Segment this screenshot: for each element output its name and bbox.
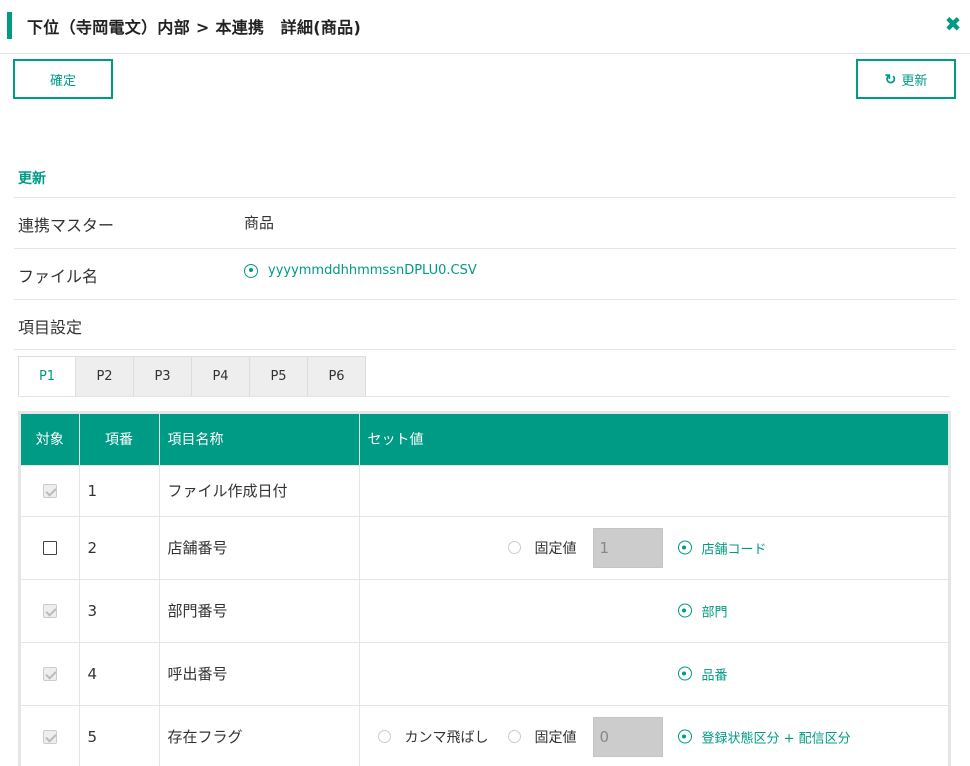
info-row-master: 連携マスター 商品 [14,197,956,248]
section-title: 更新 [18,171,46,187]
comma-skip-radio[interactable] [377,730,391,743]
file-name-value: yyyymmddhhmmssnDPLU0.CSV [268,263,477,278]
tab-p6[interactable]: P6 [308,356,366,397]
set-cell [359,464,949,516]
mapping-link[interactable]: 店舗コード [677,538,767,557]
header-num: 項番 [79,414,160,465]
target-cell [21,515,80,579]
name-cell: 存在フラグ [159,704,360,766]
num-cell: 3 [79,578,160,642]
target-checkbox [42,604,57,618]
table-row: 1 ファイル作成日付 [21,464,949,516]
num-cell: 2 [79,515,160,579]
fixed-value-input[interactable]: 1 [592,527,663,568]
num-cell: 5 [79,704,160,766]
tabs-divider [18,396,950,397]
target-cell [21,641,80,705]
table-row: 2 店舗番号 固定値 1 店舗コード [21,515,949,579]
item-settings-table: 対象 項番 項目名称 セット値 1 ファイル作成日付 2 店舗番号 固定値 1 … [18,411,951,766]
target-checkbox [42,667,57,681]
info-row-file: ファイル名 yyyymmddhhmmssnDPLU0.CSV [14,248,956,299]
confirm-button[interactable]: 確定 [13,59,113,99]
mapping-label: 店舗コード [701,542,767,557]
comma-skip-label: カンマ飛ばし [404,729,489,746]
name-cell: 店舗番号 [159,515,360,579]
mapping-label: 登録状態区分 + 配信区分 [701,731,851,746]
header-name: 項目名称 [159,414,360,465]
items-label: 項目設定 [18,318,83,337]
table-row: 5 存在フラグ カンマ飛ばし 固定値 0 登録状態区分 + 配信区分 [21,704,949,766]
set-cell: 部門 [359,578,949,642]
name-cell: ファイル作成日付 [159,464,360,516]
target-cell [21,578,80,642]
mapping-link[interactable]: 部門 [677,601,728,620]
file-label: ファイル名 [18,267,99,286]
target-checkbox [42,730,57,744]
fixed-value-radio[interactable] [507,730,521,743]
mapping-label: 部門 [701,605,728,620]
tab-p1[interactable]: P1 [18,356,76,397]
name-cell: 呼出番号 [159,641,360,705]
fixed-value-label: 固定値 [534,540,577,557]
tab-p4[interactable]: P4 [192,356,250,397]
table-row: 3 部門番号 部門 [21,578,949,642]
target-cell [21,704,80,766]
target-icon [677,666,692,681]
target-icon [677,603,692,618]
refresh-icon: ↻ [884,71,897,87]
table-header-row: 対象 項番 項目名称 セット値 [21,414,949,465]
refresh-button-label: 更新 [901,72,928,88]
name-cell: 部門番号 [159,578,360,642]
target-cell [21,464,80,516]
header-accent-bar [7,12,12,39]
target-icon [677,729,692,744]
close-icon[interactable]: ✖ [943,13,963,35]
tab-p5[interactable]: P5 [250,356,308,397]
set-cell: 固定値 1 店舗コード [359,515,949,579]
set-cell: カンマ飛ばし 固定値 0 登録状態区分 + 配信区分 [359,704,949,766]
table-row: 4 呼出番号 品番 [21,641,949,705]
tab-p2[interactable]: P2 [76,356,134,397]
mapping-link[interactable]: 品番 [677,664,728,683]
set-cell: 品番 [359,641,949,705]
num-cell: 4 [79,641,160,705]
header-target: 対象 [21,414,80,465]
target-icon [244,263,258,278]
tab-p3[interactable]: P3 [134,356,192,397]
fixed-value-radio[interactable] [507,541,521,554]
num-cell: 1 [79,464,160,516]
file-name-link[interactable]: yyyymmddhhmmssnDPLU0.CSV [244,263,477,278]
target-checkbox[interactable] [42,541,57,555]
target-checkbox [42,484,57,498]
refresh-button[interactable]: ↻ 更新 [856,59,956,99]
master-label: 連携マスター [18,216,115,235]
fixed-value-input[interactable]: 0 [592,716,663,757]
master-value: 商品 [244,214,275,232]
page-title: 下位（寺岡電文）内部 > 本連携 詳細(商品) [27,18,362,37]
modal-header: 下位（寺岡電文）内部 > 本連携 詳細(商品) ✖ [0,0,970,54]
target-icon [677,540,692,555]
header-set-value: セット値 [359,414,949,465]
info-row-items: 項目設定 [14,299,956,350]
mapping-link[interactable]: 登録状態区分 + 配信区分 [677,727,851,746]
fixed-value-label: 固定値 [534,729,577,746]
confirm-button-label: 確定 [49,72,76,88]
mapping-label: 品番 [701,668,728,683]
page-tabs: P1 P2 P3 P4 P5 P6 [18,356,366,397]
